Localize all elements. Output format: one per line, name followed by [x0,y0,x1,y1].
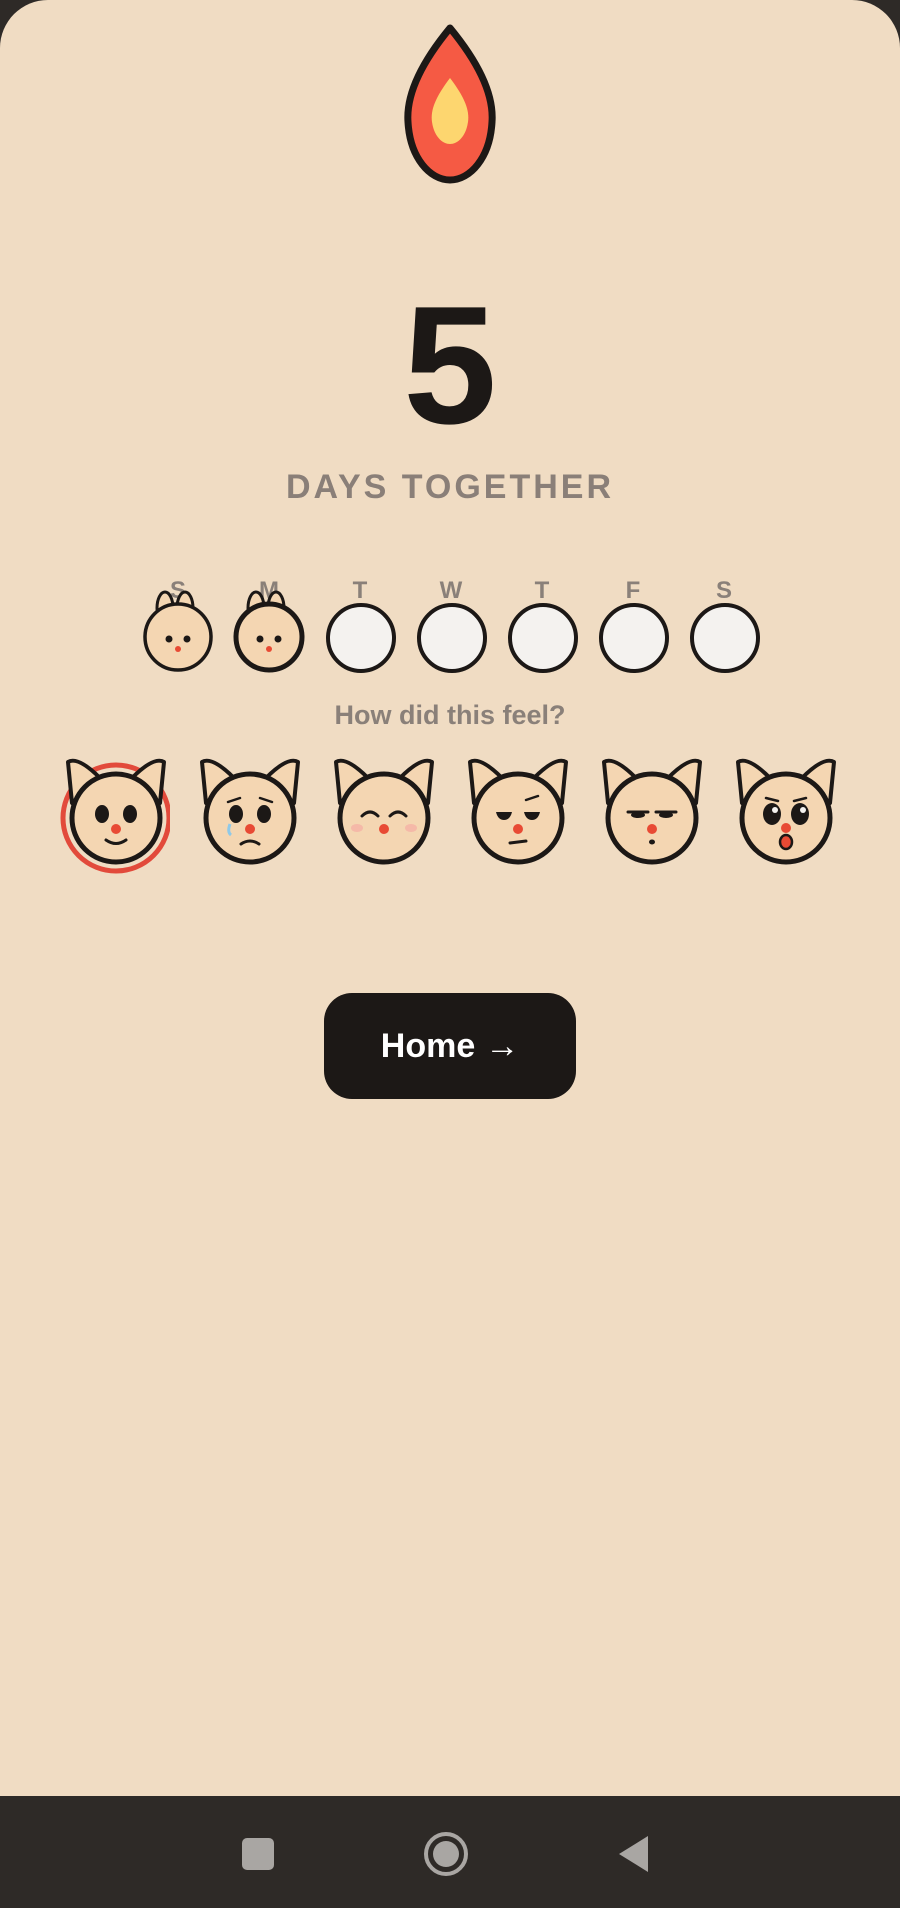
system-navigation-bar [0,1796,900,1908]
day-empty-circle [508,603,578,673]
day-empty-circle [599,603,669,673]
streak-count: 5 [403,271,497,459]
day-monday: M [232,575,306,675]
day-letter: S [715,577,732,604]
home-button[interactable]: Home → [324,993,576,1099]
recents-icon[interactable] [228,1824,288,1884]
bored-face-icon [602,758,702,865]
sad-face-icon [200,758,300,865]
day-thursday: T [505,575,579,675]
day-letter: T [352,577,368,604]
day-sunday: S [141,575,215,675]
mood-prompt: How did this feel? [334,700,566,730]
bunny-today-icon [233,590,305,673]
day-letter: W [439,577,463,604]
mood-picker [0,748,900,878]
day-empty-circle [326,603,396,673]
mood-option-unsure[interactable] [462,748,572,878]
arrow-right-icon: → [485,1026,520,1065]
surprised-face-icon [736,758,836,865]
home-button-label: Home [380,1026,476,1065]
week-tracker: S M T W T F S [0,575,900,675]
content-face-icon [334,758,434,865]
day-friday: F [596,575,670,675]
home-circle-icon[interactable] [416,1824,476,1884]
day-saturday: S [687,575,761,675]
mood-option-content[interactable] [328,748,438,878]
back-icon[interactable] [604,1824,664,1884]
day-empty-circle [690,603,760,673]
flame-icon [400,22,500,186]
day-letter: F [625,577,641,604]
unsure-face-icon [468,758,568,865]
day-tuesday: T [323,575,397,675]
happy-face-icon [60,758,170,874]
day-wednesday: W [414,575,488,675]
mood-option-happy[interactable] [60,748,170,878]
mood-option-surprised[interactable] [730,748,840,878]
mood-option-bored[interactable] [596,748,706,878]
mood-option-sad[interactable] [194,748,304,878]
day-empty-circle [417,603,487,673]
day-letter: T [534,577,550,604]
streak-screen: 5 DAYS TOGETHER S M T W T F S How did th… [0,0,900,1796]
streak-label: DAYS TOGETHER [285,468,615,506]
bunny-done-icon [143,590,213,672]
